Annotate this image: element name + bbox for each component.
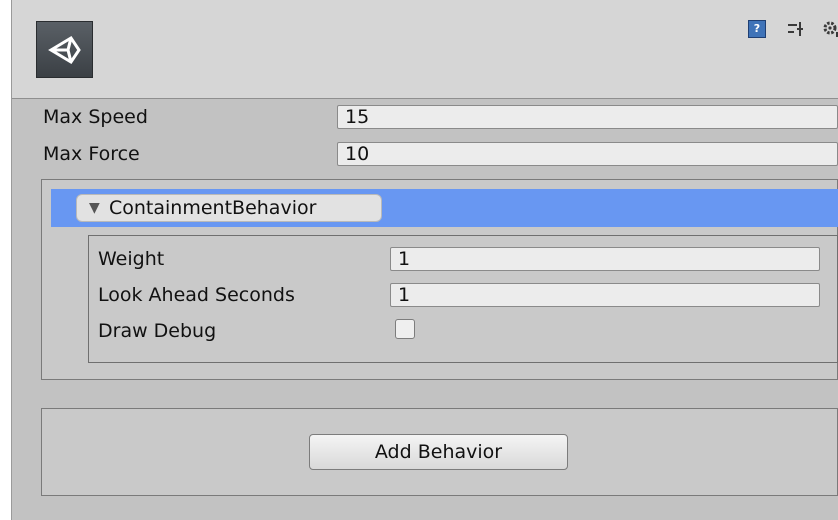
inspector-window: ? Max Speed 15 Max Force 10 ▼ Containmen… <box>0 0 838 520</box>
max-force-field[interactable]: 10 <box>337 142 838 166</box>
help-icon[interactable]: ? <box>748 20 766 38</box>
behavior-name: ContainmentBehavior <box>109 197 317 219</box>
add-behavior-button[interactable]: Add Behavior <box>309 434 568 470</box>
window-left-edge <box>0 0 12 520</box>
inspector-header: ? <box>12 0 838 99</box>
behavior-foldout[interactable]: ▼ ContainmentBehavior <box>76 194 382 222</box>
max-speed-label: Max Speed <box>43 106 148 128</box>
weight-field[interactable]: 1 <box>390 247 820 271</box>
draw-debug-label: Draw Debug <box>98 320 217 342</box>
weight-label: Weight <box>98 248 165 270</box>
max-force-label: Max Force <box>43 143 140 165</box>
chevron-down-icon: ▼ <box>89 200 100 216</box>
look-ahead-seconds-label: Look Ahead Seconds <box>98 284 295 306</box>
unity-logo-icon <box>36 21 93 78</box>
max-speed-field[interactable]: 15 <box>337 105 838 129</box>
preset-icon[interactable] <box>787 20 805 38</box>
gear-icon[interactable] <box>822 20 838 38</box>
look-ahead-seconds-field[interactable]: 1 <box>390 283 820 307</box>
draw-debug-checkbox[interactable] <box>395 319 415 339</box>
